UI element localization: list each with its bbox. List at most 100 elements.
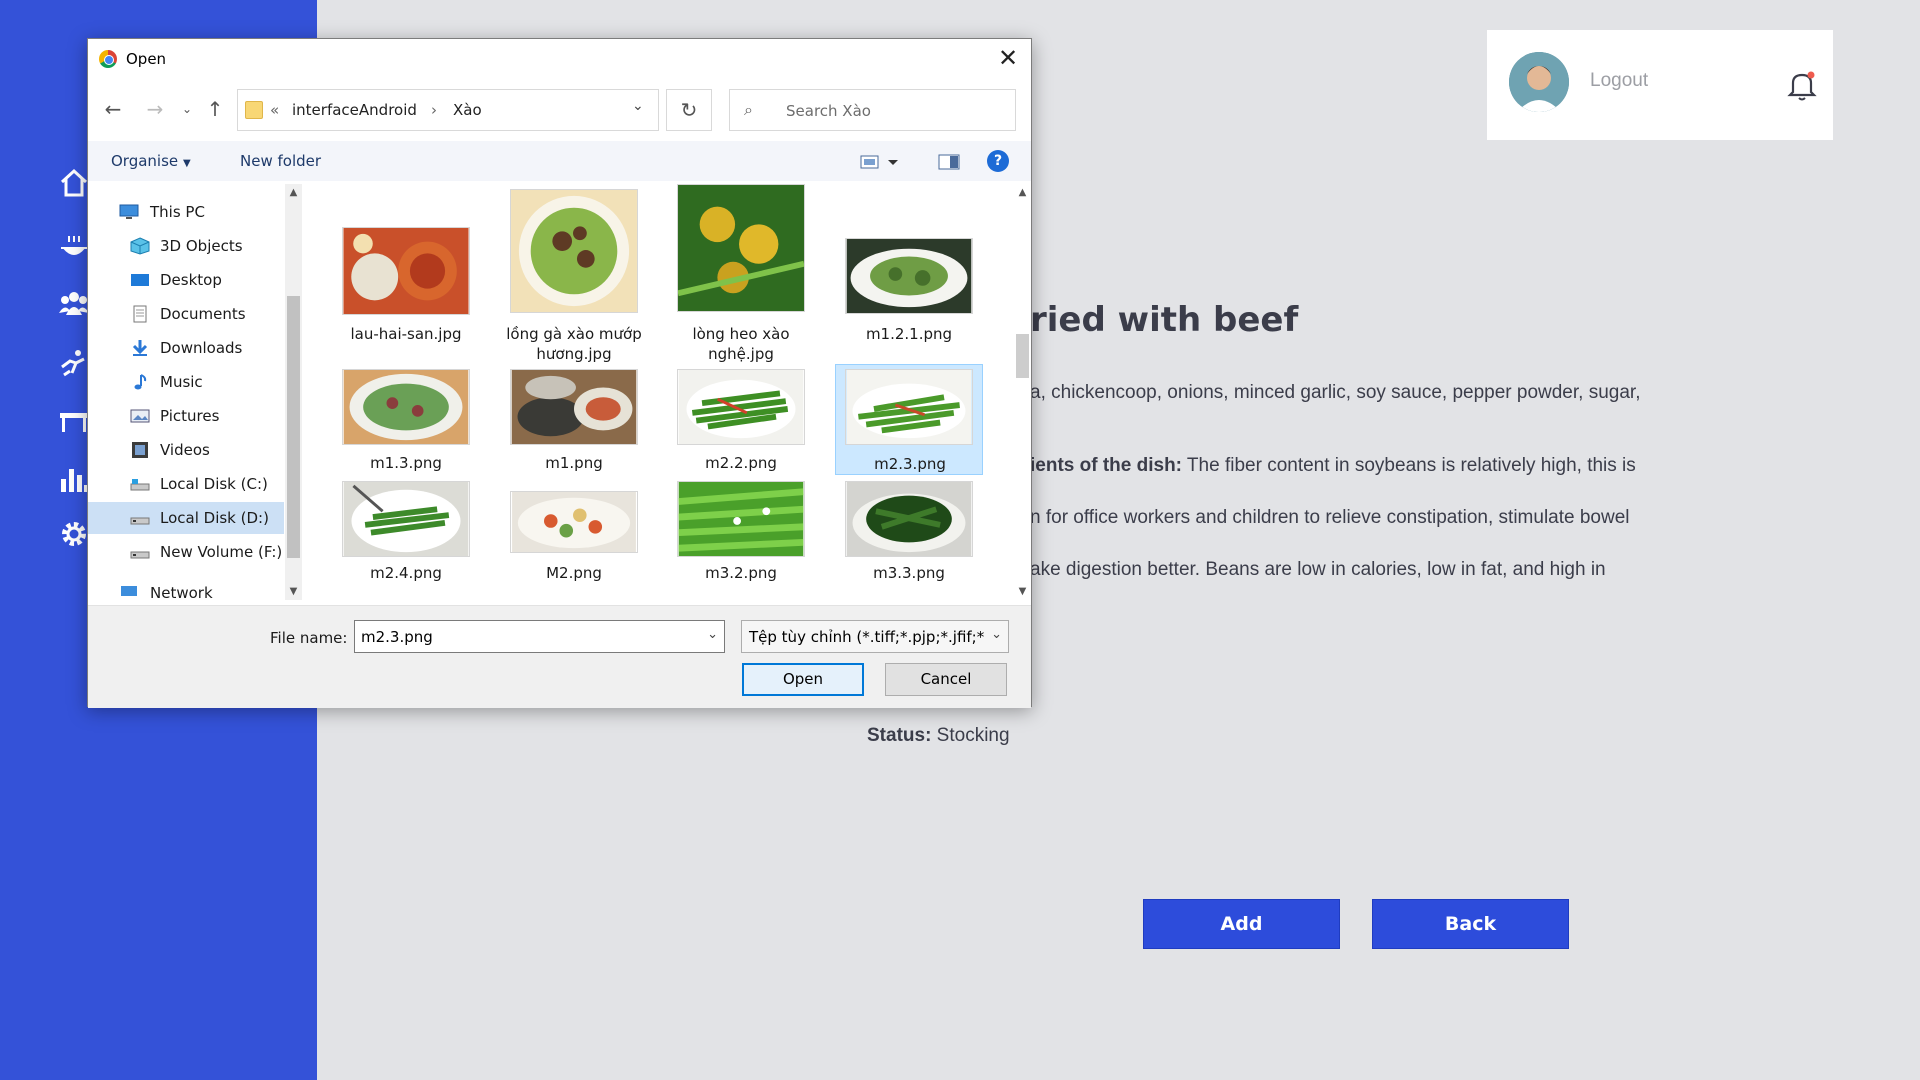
nav-item-desktop[interactable]: Desktop [88, 264, 284, 296]
search-placeholder: Search Xào [786, 102, 871, 120]
nav-item-label: Pictures [160, 407, 220, 425]
file-item[interactable]: M2.png [500, 481, 648, 593]
chevron-down-icon[interactable]: ⌄ [707, 627, 718, 642]
home-icon[interactable] [58, 167, 90, 199]
dialog-titlebar[interactable]: Open ✕ [88, 39, 1031, 79]
drive-icon [130, 517, 150, 525]
status-value: Stocking [931, 725, 1010, 746]
file-name: lau-hai-san.jpg [350, 325, 462, 343]
nav-item-label: Network [150, 584, 213, 600]
scrollbar-thumb[interactable] [1016, 334, 1029, 378]
file-name: lồng gà xào mướp hương.jpg [506, 325, 642, 363]
search-input[interactable]: ⌕ Search Xào [729, 89, 1016, 131]
refresh-icon[interactable]: ↻ [666, 89, 712, 131]
nav-item-documents[interactable]: Documents [88, 298, 284, 330]
file-item-selected[interactable]: m2.3.png [835, 364, 983, 475]
organise-label: Organise [111, 152, 179, 170]
preview-pane-icon[interactable] [938, 154, 960, 174]
nav-item-network[interactable]: Network [88, 577, 284, 600]
chart-icon[interactable] [58, 463, 90, 495]
music-icon [134, 374, 147, 390]
chevron-down-icon[interactable]: ⌄ [632, 98, 644, 114]
up-arrow-icon[interactable]: ↑ [203, 97, 227, 121]
change-view-icon[interactable] [860, 154, 900, 174]
folder-icon [245, 101, 263, 119]
close-icon[interactable]: ✕ [995, 45, 1021, 71]
notification-bell-icon[interactable] [1787, 68, 1817, 102]
nav-item-music[interactable]: Music [88, 366, 284, 398]
file-name: lòng heo xào nghệ.jpg [692, 325, 790, 363]
navigation-scrollbar[interactable]: ▲ ▼ [285, 184, 302, 600]
scrollbar-thumb[interactable] [287, 296, 300, 558]
logout-link[interactable]: Logout [1590, 70, 1648, 92]
pictures-icon [130, 409, 150, 423]
add-button[interactable]: Add [1143, 899, 1340, 949]
file-item[interactable]: lau-hai-san.jpg [332, 184, 480, 344]
recent-locations-chevron-icon[interactable]: ⌄ [175, 97, 199, 121]
nav-item-pictures[interactable]: Pictures [88, 400, 284, 432]
file-item[interactable]: m2.4.png [332, 481, 480, 593]
nav-item-this-pc[interactable]: This PC [88, 196, 284, 228]
breadcrumb-item[interactable]: Xào [453, 101, 482, 119]
file-list: lau-hai-san.jpg lồng gà xào mướp hương.j… [311, 184, 1011, 600]
file-type-value: Tệp tùy chỉnh (*.tiff;*.pjp;*.jfif;* [749, 628, 985, 646]
status-label: Status: [867, 725, 932, 746]
nav-item-local-disk-c[interactable]: Local Disk (C:) [88, 468, 284, 500]
breadcrumb-overflow-icon[interactable]: « [270, 101, 279, 119]
file-item[interactable]: lồng gà xào mướp hương.jpg [500, 184, 648, 374]
dish-title: ried with beef [1030, 300, 1299, 340]
breadcrumb-item[interactable]: interfaceAndroid [292, 101, 417, 119]
chevron-down-icon[interactable]: ⌄ [987, 627, 1002, 642]
file-thumbnail [510, 189, 638, 313]
file-thumbnail [677, 481, 805, 557]
back-arrow-icon[interactable]: ← [101, 97, 125, 121]
new-folder-button[interactable]: New folder [240, 152, 321, 170]
file-type-select[interactable]: Tệp tùy chỉnh (*.tiff;*.pjp;*.jfif;* ⌄ [741, 620, 1009, 653]
file-thumbnail [845, 238, 973, 314]
scroll-up-icon[interactable]: ▲ [285, 184, 302, 201]
drive-icon [130, 551, 150, 559]
file-name: m1.3.png [370, 454, 442, 472]
avatar[interactable] [1509, 52, 1569, 112]
dish-ingredients: a, chickencoop, onions, minced garlic, s… [1030, 382, 1641, 403]
open-button[interactable]: Open [742, 663, 864, 696]
file-list-scrollbar[interactable]: ▲ ▼ [1014, 184, 1031, 600]
scroll-up-icon[interactable]: ▲ [1014, 184, 1031, 201]
back-button[interactable]: Back [1372, 899, 1569, 949]
file-item[interactable]: m3.2.png [667, 481, 815, 593]
nav-item-local-disk-d[interactable]: Local Disk (D:) [88, 502, 284, 534]
file-item[interactable]: m3.3.png [835, 481, 983, 593]
table-icon[interactable] [58, 405, 90, 437]
network-icon [121, 586, 137, 596]
nav-item-downloads[interactable]: Downloads [88, 332, 284, 364]
dialog-footer: File name: m2.3.png ⌄ Tệp tùy chỉnh (*.t… [88, 605, 1031, 708]
file-item[interactable]: m1.2.1.png [835, 184, 983, 344]
organise-menu[interactable]: Organise ▼ [111, 152, 191, 170]
dialog-title: Open [126, 50, 167, 68]
nav-item-label: Downloads [160, 339, 243, 357]
settings-gear-icon[interactable] [58, 518, 90, 550]
file-item[interactable]: m2.2.png [667, 369, 815, 481]
nav-item-label: Local Disk (D:) [160, 509, 269, 527]
nav-item-new-volume-f[interactable]: New Volume (F:) [88, 536, 284, 568]
users-icon[interactable] [58, 287, 90, 319]
cube-icon [130, 237, 150, 255]
file-item[interactable]: m1.3.png [332, 369, 480, 481]
scroll-down-icon[interactable]: ▼ [285, 583, 302, 600]
benefits-text: The fiber content in soybeans is relativ… [1182, 455, 1636, 476]
scroll-down-icon[interactable]: ▼ [1014, 583, 1031, 600]
file-name: m2.4.png [370, 564, 442, 582]
cancel-button[interactable]: Cancel [885, 663, 1007, 696]
file-name-input[interactable]: m2.3.png ⌄ [354, 620, 725, 653]
dish-icon[interactable] [58, 230, 90, 262]
address-bar[interactable]: « interfaceAndroid › Xào ⌄ [237, 89, 659, 131]
file-thumbnail [845, 481, 973, 557]
file-item[interactable]: m1.png [500, 369, 648, 481]
nav-item-3d-objects[interactable]: 3D Objects [88, 230, 284, 262]
help-icon[interactable]: ? [987, 150, 1009, 172]
nav-item-videos[interactable]: Videos [88, 434, 284, 466]
chrome-icon [99, 50, 117, 68]
file-item[interactable]: lòng heo xào nghệ.jpg [667, 184, 815, 374]
delivery-icon[interactable] [58, 347, 90, 379]
forward-arrow-icon[interactable]: → [143, 97, 167, 121]
